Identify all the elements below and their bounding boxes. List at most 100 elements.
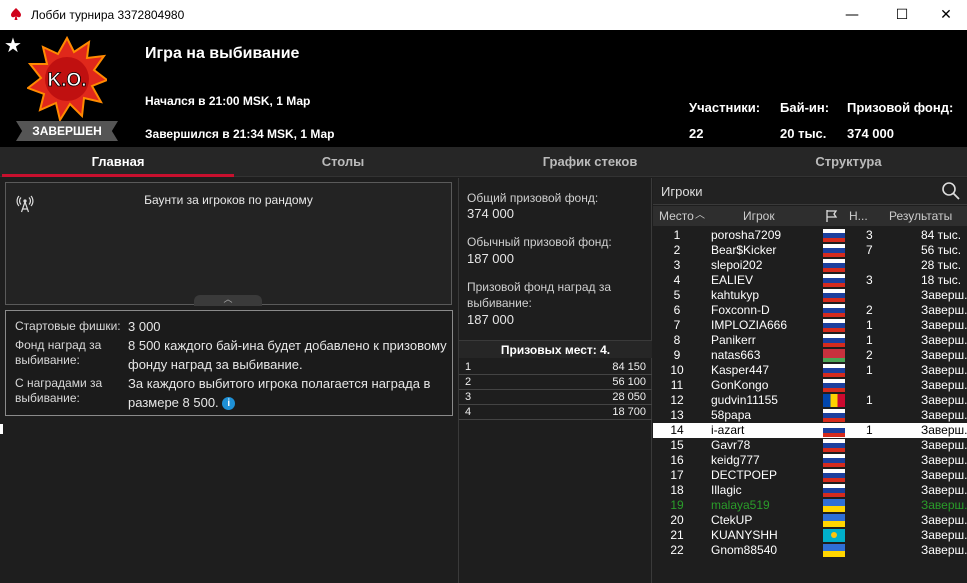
- player-name: kahtukyp: [711, 288, 760, 302]
- bounty-fund-value: 8 500 каждого бай-ина будет добавлено к …: [128, 338, 447, 372]
- player-name: Foxconn-D: [711, 303, 770, 317]
- close-button[interactable]: ✕: [923, 0, 967, 30]
- player-place: 12: [670, 393, 684, 407]
- player-result: 18 тыс.: [921, 273, 962, 287]
- player-row[interactable]: 13 58papa Заверш...: [653, 408, 967, 423]
- player-place: 16: [670, 453, 684, 467]
- player-name: GonKongo: [711, 378, 769, 392]
- tab-main[interactable]: Главная: [2, 147, 234, 177]
- player-place: 19: [670, 498, 684, 512]
- player-row[interactable]: 4 EALIEV 3 18 тыс.: [653, 273, 967, 288]
- game-name: Игра на выбивание: [145, 45, 300, 62]
- player-knockouts: 1: [866, 393, 873, 407]
- country-flag-icon: [823, 409, 845, 422]
- player-result: Заверш...: [921, 513, 967, 527]
- tab-stack-chart[interactable]: График стеков: [460, 147, 720, 177]
- player-knockouts: 2: [866, 348, 873, 362]
- player-place: 20: [670, 513, 684, 527]
- search-icon[interactable]: [941, 181, 961, 201]
- starting-chips-value: 3 000: [128, 319, 161, 334]
- player-place: 21: [670, 528, 684, 542]
- player-row[interactable]: 16 keidg777 Заверш...: [653, 453, 967, 468]
- total-prize-value: 374 000: [467, 206, 514, 221]
- sort-ascending-icon[interactable]: ︿: [695, 206, 705, 226]
- player-row[interactable]: 18 Illagic Заверш...: [653, 483, 967, 498]
- player-place: 7: [673, 318, 681, 332]
- country-flag-icon: [823, 424, 845, 437]
- prizepool-value: 374 000: [847, 126, 894, 141]
- bounty-rewards-text: За каждого выбитого игрока полагается на…: [128, 376, 431, 410]
- player-row[interactable]: 20 CtekUP Заверш...: [653, 513, 967, 528]
- regular-prize-label: Обычный призовой фонд:: [467, 235, 612, 249]
- favorite-star-icon[interactable]: ★: [4, 33, 22, 57]
- player-row[interactable]: 5 kahtukyp Заверш...: [653, 288, 967, 303]
- player-row[interactable]: 7 IMPLOZIA666 1 Заверш...: [653, 318, 967, 333]
- player-row[interactable]: 3 slepoi202 28 тыс.: [653, 258, 967, 273]
- flag-icon[interactable]: [825, 209, 839, 223]
- tab-structure[interactable]: Структура: [730, 147, 967, 177]
- knockout-logo: K.O.: [27, 36, 107, 122]
- player-row[interactable]: 6 Foxconn-D 2 Заверш...: [653, 303, 967, 318]
- player-row[interactable]: 2 Bear$Kicker 7 56 тыс.: [653, 243, 967, 258]
- player-row[interactable]: 11 GonKongo Заверш...: [653, 378, 967, 393]
- column-knockouts[interactable]: Н...: [849, 206, 868, 226]
- player-name: malaya519: [711, 498, 770, 512]
- tab-tables[interactable]: Столы: [234, 147, 452, 177]
- player-knockouts: 3: [866, 228, 873, 242]
- column-results[interactable]: Результаты: [889, 206, 952, 226]
- player-name: DECTPOEP: [711, 468, 778, 482]
- player-result: Заверш...: [921, 378, 967, 392]
- player-name: 58papa: [711, 408, 752, 422]
- player-row[interactable]: 22 Gnom88540 Заверш...: [653, 543, 967, 558]
- player-place: 6: [673, 303, 681, 317]
- player-row[interactable]: 12 gudvin11155 1 Заверш...: [653, 393, 967, 408]
- player-name: porosha7209: [711, 228, 782, 242]
- player-name: gudvin11155: [711, 393, 778, 407]
- player-place: 4: [673, 273, 681, 287]
- player-knockouts: 2: [866, 303, 873, 317]
- player-result: Заверш...: [921, 408, 967, 422]
- prize-place-row: 3 28 050: [459, 390, 652, 405]
- collapse-chevron-icon[interactable]: ︿: [194, 295, 262, 306]
- player-row[interactable]: 1 porosha7209 3 84 тыс.: [653, 228, 967, 243]
- bounty-prize-label: Призовой фонд наград за выбивание:: [467, 280, 612, 310]
- player-row[interactable]: 9 natas663 2 Заверш...: [653, 348, 967, 363]
- player-name: slepoi202: [711, 258, 763, 272]
- player-name: IMPLOZIA666: [711, 318, 788, 332]
- maximize-button[interactable]: ☐: [879, 0, 925, 30]
- player-place: 11: [670, 378, 684, 392]
- player-result: Заверш...: [921, 468, 967, 482]
- player-result: Заверш...: [921, 318, 967, 332]
- player-row[interactable]: 21 KUANYSHH Заверш...: [653, 528, 967, 543]
- players-search[interactable]: Игроки: [653, 178, 967, 205]
- info-icon[interactable]: i: [222, 397, 236, 410]
- edge-marker: [0, 424, 3, 434]
- player-result: Заверш...: [921, 438, 967, 452]
- player-place: 14: [670, 423, 684, 437]
- player-place: 22: [670, 543, 684, 557]
- player-knockouts: 3: [866, 273, 873, 287]
- player-row[interactable]: 10 Kasper447 1 Заверш...: [653, 363, 967, 378]
- player-row[interactable]: 17 DECTPOEP Заверш...: [653, 468, 967, 483]
- player-row[interactable]: 14 i-azart 1 Заверш...: [653, 423, 967, 438]
- status-badge: ЗАВЕРШЕН: [16, 121, 118, 141]
- player-name: Panikerr: [711, 333, 756, 347]
- minimize-button[interactable]: —: [829, 0, 875, 30]
- player-result: Заверш...: [921, 333, 967, 347]
- column-player[interactable]: Игрок: [743, 206, 775, 226]
- column-place[interactable]: Место: [659, 206, 694, 226]
- tab-bar: Главная Столы График стеков Структура: [0, 147, 967, 177]
- place-amount: 84 150: [612, 361, 646, 373]
- players-table-header: Место ︿ Игрок Н... Результаты: [653, 206, 967, 226]
- player-row[interactable]: 15 Gavr78 Заверш...: [653, 438, 967, 453]
- player-name: KUANYSHH: [711, 528, 778, 542]
- buyin-value: 20 тыс.: [780, 126, 827, 141]
- player-row[interactable]: 8 Panikerr 1 Заверш...: [653, 333, 967, 348]
- country-flag-icon: [823, 529, 845, 542]
- window-title: Лобби турнира 3372804980: [31, 8, 185, 22]
- country-flag-icon: [823, 304, 845, 317]
- player-place: 8: [673, 333, 681, 347]
- country-flag-icon: [823, 244, 845, 257]
- player-place: 15: [670, 438, 684, 452]
- player-row[interactable]: 19 malaya519 Заверш...: [653, 498, 967, 513]
